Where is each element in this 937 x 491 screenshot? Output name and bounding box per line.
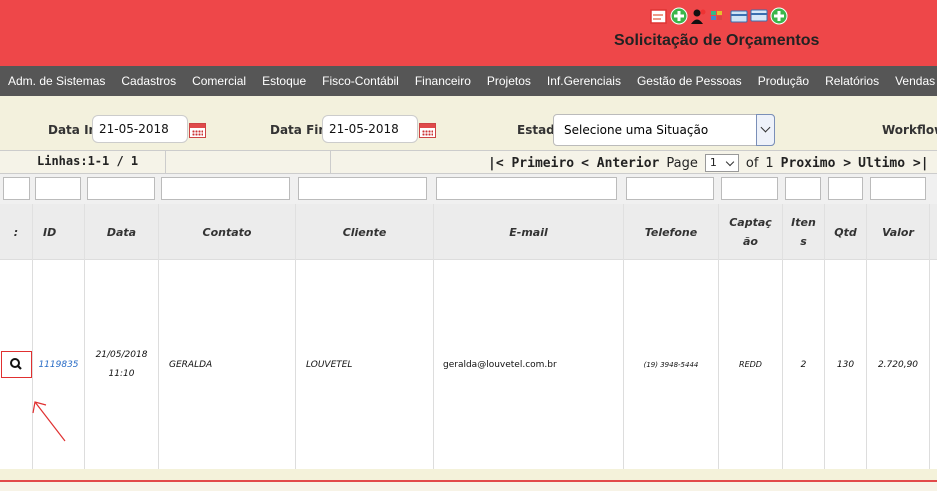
next-page-link[interactable]: Proximo > [781, 156, 851, 171]
column-filter-input[interactable] [436, 177, 617, 200]
column-header[interactable]: Qtd [825, 204, 867, 260]
workflow-label: Workflow [882, 123, 937, 137]
column-header: : [0, 204, 33, 260]
users-icon[interactable] [690, 7, 708, 25]
first-page-link[interactable]: |< Primeiro [488, 156, 574, 171]
data-final-input[interactable]: 21-05-2018 [322, 115, 418, 143]
column-header[interactable]: Data [85, 204, 159, 260]
nav-item-vendas[interactable]: Vendas [895, 74, 935, 88]
column-filter-row [0, 174, 937, 204]
chevron-down-icon[interactable] [756, 114, 775, 146]
nav-item-adm-sistemas[interactable]: Adm. de Sistemas [8, 74, 105, 88]
divider [330, 151, 331, 173]
nav-item-relatorios[interactable]: Relatórios [825, 74, 879, 88]
nav-item-projetos[interactable]: Projetos [487, 74, 531, 88]
nav-item-inf-gerenciais[interactable]: Inf.Gerenciais [547, 74, 621, 88]
column-header[interactable]: Telefone [624, 204, 719, 260]
actions-cell [0, 260, 66, 469]
nav-item-cadastros[interactable]: Cadastros [121, 74, 176, 88]
last-page-link[interactable]: Ultimo >| [858, 156, 928, 171]
page-select-value: 1 [709, 156, 717, 169]
nav-item-producao[interactable]: Produção [758, 74, 809, 88]
row-count: Linhas:1-1 / 1 [37, 154, 139, 168]
page-label: Page [666, 155, 698, 171]
add-icon[interactable] [670, 7, 688, 25]
contato-cell: GERALDA [159, 260, 296, 469]
add-icon[interactable] [770, 7, 788, 25]
card-icon[interactable] [750, 7, 768, 25]
divider [165, 151, 166, 173]
column-header[interactable]: E-mail [434, 204, 624, 260]
column-filter-input[interactable] [87, 177, 155, 200]
report-icon[interactable] [650, 7, 668, 25]
itens-cell: 2 [783, 260, 825, 469]
column-filter-input[interactable] [298, 177, 427, 200]
search-icon [10, 358, 22, 370]
page-footer [0, 482, 937, 491]
column-header[interactable]: Contato [159, 204, 296, 260]
table-footer [0, 469, 937, 480]
calendar-icon[interactable] [189, 123, 206, 138]
nav-item-fisco-contabil[interactable]: Fisco-Contábil [322, 74, 399, 88]
column-filter-input[interactable] [3, 177, 30, 200]
card-icon[interactable] [730, 7, 748, 25]
column-filter-input[interactable] [721, 177, 778, 200]
table-row: 1119835 21/05/2018 11:10 GERALDA LOUVETE… [0, 260, 937, 469]
column-filter-input[interactable] [785, 177, 821, 200]
nav-item-gestao-pessoas[interactable]: Gestão de Pessoas [637, 74, 742, 88]
email-cell: geralda@louvetel.com.br [434, 260, 624, 469]
calendar-icon[interactable] [419, 123, 436, 138]
page-select[interactable]: 1 [704, 154, 739, 172]
table-header: : ID Data Contato Cliente E-mail Telefon… [0, 204, 937, 260]
view-details-button[interactable] [1, 351, 32, 378]
nav-item-estoque[interactable]: Estoque [262, 74, 306, 88]
time-value: 11:10 [108, 368, 135, 379]
telefone-cell: (19) 3948-5444 [624, 260, 719, 469]
of-label: of [745, 155, 759, 171]
header-toolbar [650, 6, 788, 26]
column-header[interactable]: ID [33, 204, 85, 260]
nav-item-comercial[interactable]: Comercial [192, 74, 246, 88]
page-title: Solicitação de Orçamentos [614, 32, 820, 49]
nav-item-financeiro[interactable]: Financeiro [415, 74, 471, 88]
cliente-cell: LOUVETEL [296, 260, 434, 469]
qtd-cell: 130 [825, 260, 867, 469]
column-filter-input[interactable] [35, 177, 81, 200]
column-header[interactable]: Valor [867, 204, 930, 260]
column-filter-input[interactable] [870, 177, 926, 200]
date-cell: 21/05/2018 11:10 [85, 260, 159, 469]
app-header: Solicitação de Orçamentos [0, 0, 937, 66]
page-navigation: |< Primeiro < Anterior Page 1 of 1 Proxi… [488, 154, 929, 172]
column-filter-input[interactable] [161, 177, 290, 200]
valor-cell: 2.720,90 [867, 260, 930, 469]
grid-icon[interactable] [710, 7, 728, 25]
prev-page-link[interactable]: < Anterior [581, 156, 659, 171]
estado-select[interactable]: Selecione uma Situação [553, 114, 775, 146]
captacao-cell: REDD [719, 260, 783, 469]
filter-bar: Data Ini. 21-05-2018 Data Final 21-05-20… [0, 110, 937, 150]
date-value: 21/05/2018 [95, 349, 148, 360]
pagination-bar: Linhas:1-1 / 1 |< Primeiro < Anterior Pa… [0, 150, 937, 174]
column-filter-input[interactable] [828, 177, 863, 200]
column-header[interactable]: Iten s [783, 204, 825, 260]
main-nav: Adm. de Sistemas Cadastros Comercial Est… [0, 66, 937, 96]
column-filter-input[interactable] [626, 177, 714, 200]
id-link[interactable]: 1119835 [33, 260, 85, 469]
column-header[interactable]: Cliente [296, 204, 434, 260]
data-ini-input[interactable]: 21-05-2018 [92, 115, 188, 143]
total-pages: 1 [765, 155, 774, 171]
column-header[interactable]: Captaç ão [719, 204, 783, 260]
estado-select-value: Selecione uma Situação [564, 123, 709, 137]
